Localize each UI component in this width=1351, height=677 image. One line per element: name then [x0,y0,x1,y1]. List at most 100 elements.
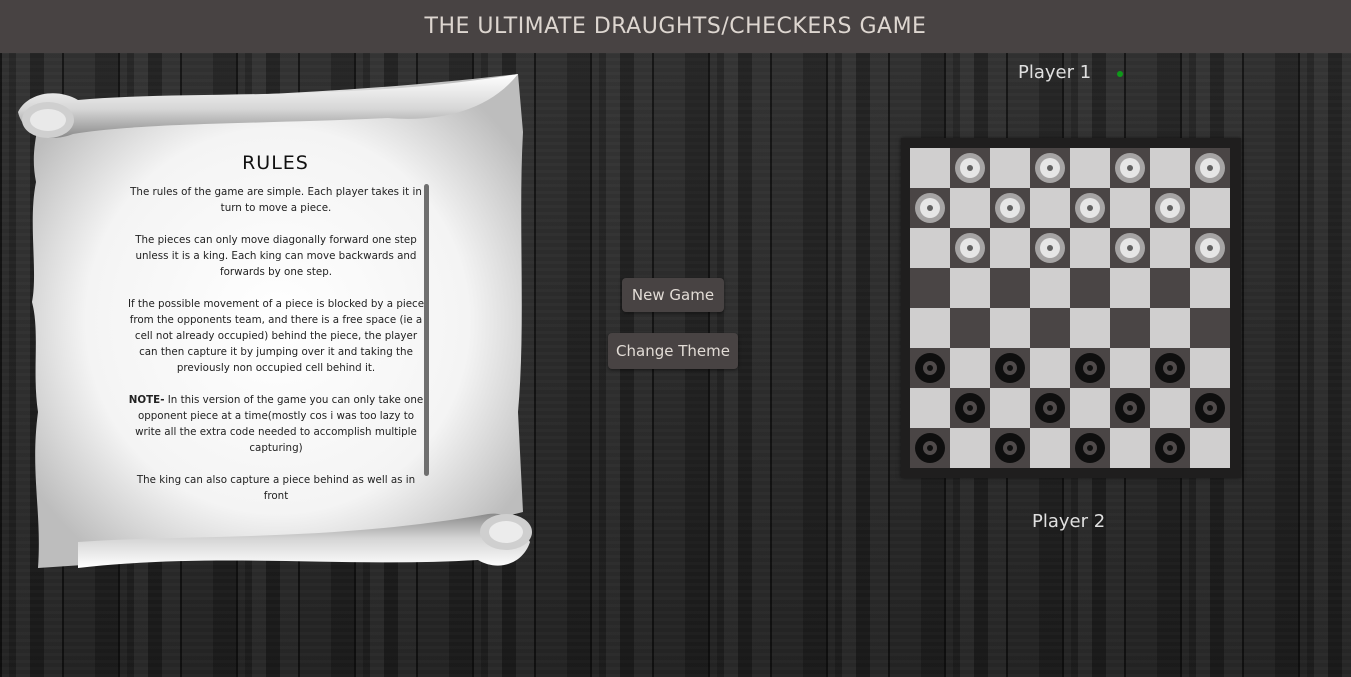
note-text: In this version of the game you can only… [135,394,424,454]
player-2-piece[interactable] [1075,353,1105,383]
board-cell[interactable] [910,428,950,468]
board-cell[interactable] [1150,308,1190,348]
board-cell[interactable] [1110,308,1150,348]
board-cell[interactable] [950,348,990,388]
player-2-piece[interactable] [1155,433,1185,463]
board-cell[interactable] [950,188,990,228]
board-cell[interactable] [1030,428,1070,468]
board-cell[interactable] [1070,148,1110,188]
player-1-piece[interactable] [995,193,1025,223]
player-1-piece[interactable] [1115,153,1145,183]
board-cell[interactable] [1110,228,1150,268]
board-cell[interactable] [910,268,950,308]
board-cell[interactable] [990,148,1030,188]
board-cell[interactable] [1110,268,1150,308]
board-cell[interactable] [1150,348,1190,388]
board-cell[interactable] [1030,388,1070,428]
board-cell[interactable] [1110,388,1150,428]
rules-paragraph: The pieces can only move diagonally forw… [135,234,417,278]
board-cell[interactable] [1070,188,1110,228]
board-cell[interactable] [1030,308,1070,348]
player-2-piece[interactable] [955,393,985,423]
board-cell[interactable] [990,388,1030,428]
player-2-piece[interactable] [915,353,945,383]
board-cell[interactable] [950,148,990,188]
board-cell[interactable] [1190,148,1230,188]
game-title: THE ULTIMATE DRAUGHTS/CHECKERS GAME [424,14,927,39]
board-cell[interactable] [1070,388,1110,428]
player-1-piece[interactable] [1195,153,1225,183]
rules-scrollbar[interactable] [424,184,429,476]
board-cell[interactable] [1190,428,1230,468]
board-cell[interactable] [1030,268,1070,308]
rules-text-panel[interactable]: The rules of the game are simple. Each p… [126,184,426,504]
board-cell[interactable] [1030,188,1070,228]
board-cell[interactable] [1190,228,1230,268]
board-cell[interactable] [910,228,950,268]
board-cell[interactable] [950,268,990,308]
player-1-piece[interactable] [955,153,985,183]
player-2-piece[interactable] [1155,353,1185,383]
game-title-bar: THE ULTIMATE DRAUGHTS/CHECKERS GAME [0,0,1351,53]
board-cell[interactable] [990,268,1030,308]
board-cell[interactable] [910,148,950,188]
board-cell[interactable] [1070,348,1110,388]
player-1-piece[interactable] [1075,193,1105,223]
change-theme-button[interactable]: Change Theme [608,333,738,369]
board-cell[interactable] [950,228,990,268]
board-cell[interactable] [1150,428,1190,468]
player-2-piece[interactable] [1075,433,1105,463]
board-cell[interactable] [910,348,950,388]
player-2-piece[interactable] [995,353,1025,383]
board-cell[interactable] [1190,188,1230,228]
board-cell[interactable] [1150,388,1190,428]
board-cell[interactable] [1110,188,1150,228]
board-cell[interactable] [1110,148,1150,188]
player-2-piece[interactable] [1035,393,1065,423]
board-cell[interactable] [1150,228,1190,268]
board-cell[interactable] [910,388,950,428]
board-cell[interactable] [1190,268,1230,308]
board-cell[interactable] [950,388,990,428]
player-2-piece[interactable] [915,433,945,463]
player-1-piece[interactable] [915,193,945,223]
board-cell[interactable] [990,348,1030,388]
player-2-piece[interactable] [1195,393,1225,423]
board-cell[interactable] [950,308,990,348]
player-1-piece[interactable] [955,233,985,263]
board-cell[interactable] [1150,268,1190,308]
checkers-board[interactable] [910,148,1230,468]
player-2-label: Player 2 [1032,511,1106,532]
player-1-piece[interactable] [1035,153,1065,183]
board-cell[interactable] [1030,348,1070,388]
board-cell[interactable] [990,308,1030,348]
player-1-piece[interactable] [1035,233,1065,263]
board-cell[interactable] [990,228,1030,268]
player-1-piece[interactable] [1115,233,1145,263]
board-cell[interactable] [1110,348,1150,388]
board-cell[interactable] [1070,268,1110,308]
player-2-piece[interactable] [1115,393,1145,423]
board-cell[interactable] [1030,228,1070,268]
board-cell[interactable] [990,428,1030,468]
board-cell[interactable] [1070,428,1110,468]
board-cell[interactable] [950,428,990,468]
player-1-piece[interactable] [1195,233,1225,263]
board-cell[interactable] [1030,148,1070,188]
board-cell[interactable] [1150,148,1190,188]
board-cell[interactable] [990,188,1030,228]
board-cell[interactable] [1190,308,1230,348]
board-cell[interactable] [910,188,950,228]
board-cell[interactable] [1150,188,1190,228]
board-cell[interactable] [1190,348,1230,388]
board-cell[interactable] [910,308,950,348]
player-1-piece[interactable] [1155,193,1185,223]
note-label: NOTE- [128,394,165,406]
player-2-piece[interactable] [995,433,1025,463]
rules-paragraph: The king can also capture a piece behind… [136,474,416,502]
new-game-button[interactable]: New Game [622,278,724,312]
board-cell[interactable] [1110,428,1150,468]
board-cell[interactable] [1190,388,1230,428]
board-cell[interactable] [1070,308,1110,348]
board-cell[interactable] [1070,228,1110,268]
